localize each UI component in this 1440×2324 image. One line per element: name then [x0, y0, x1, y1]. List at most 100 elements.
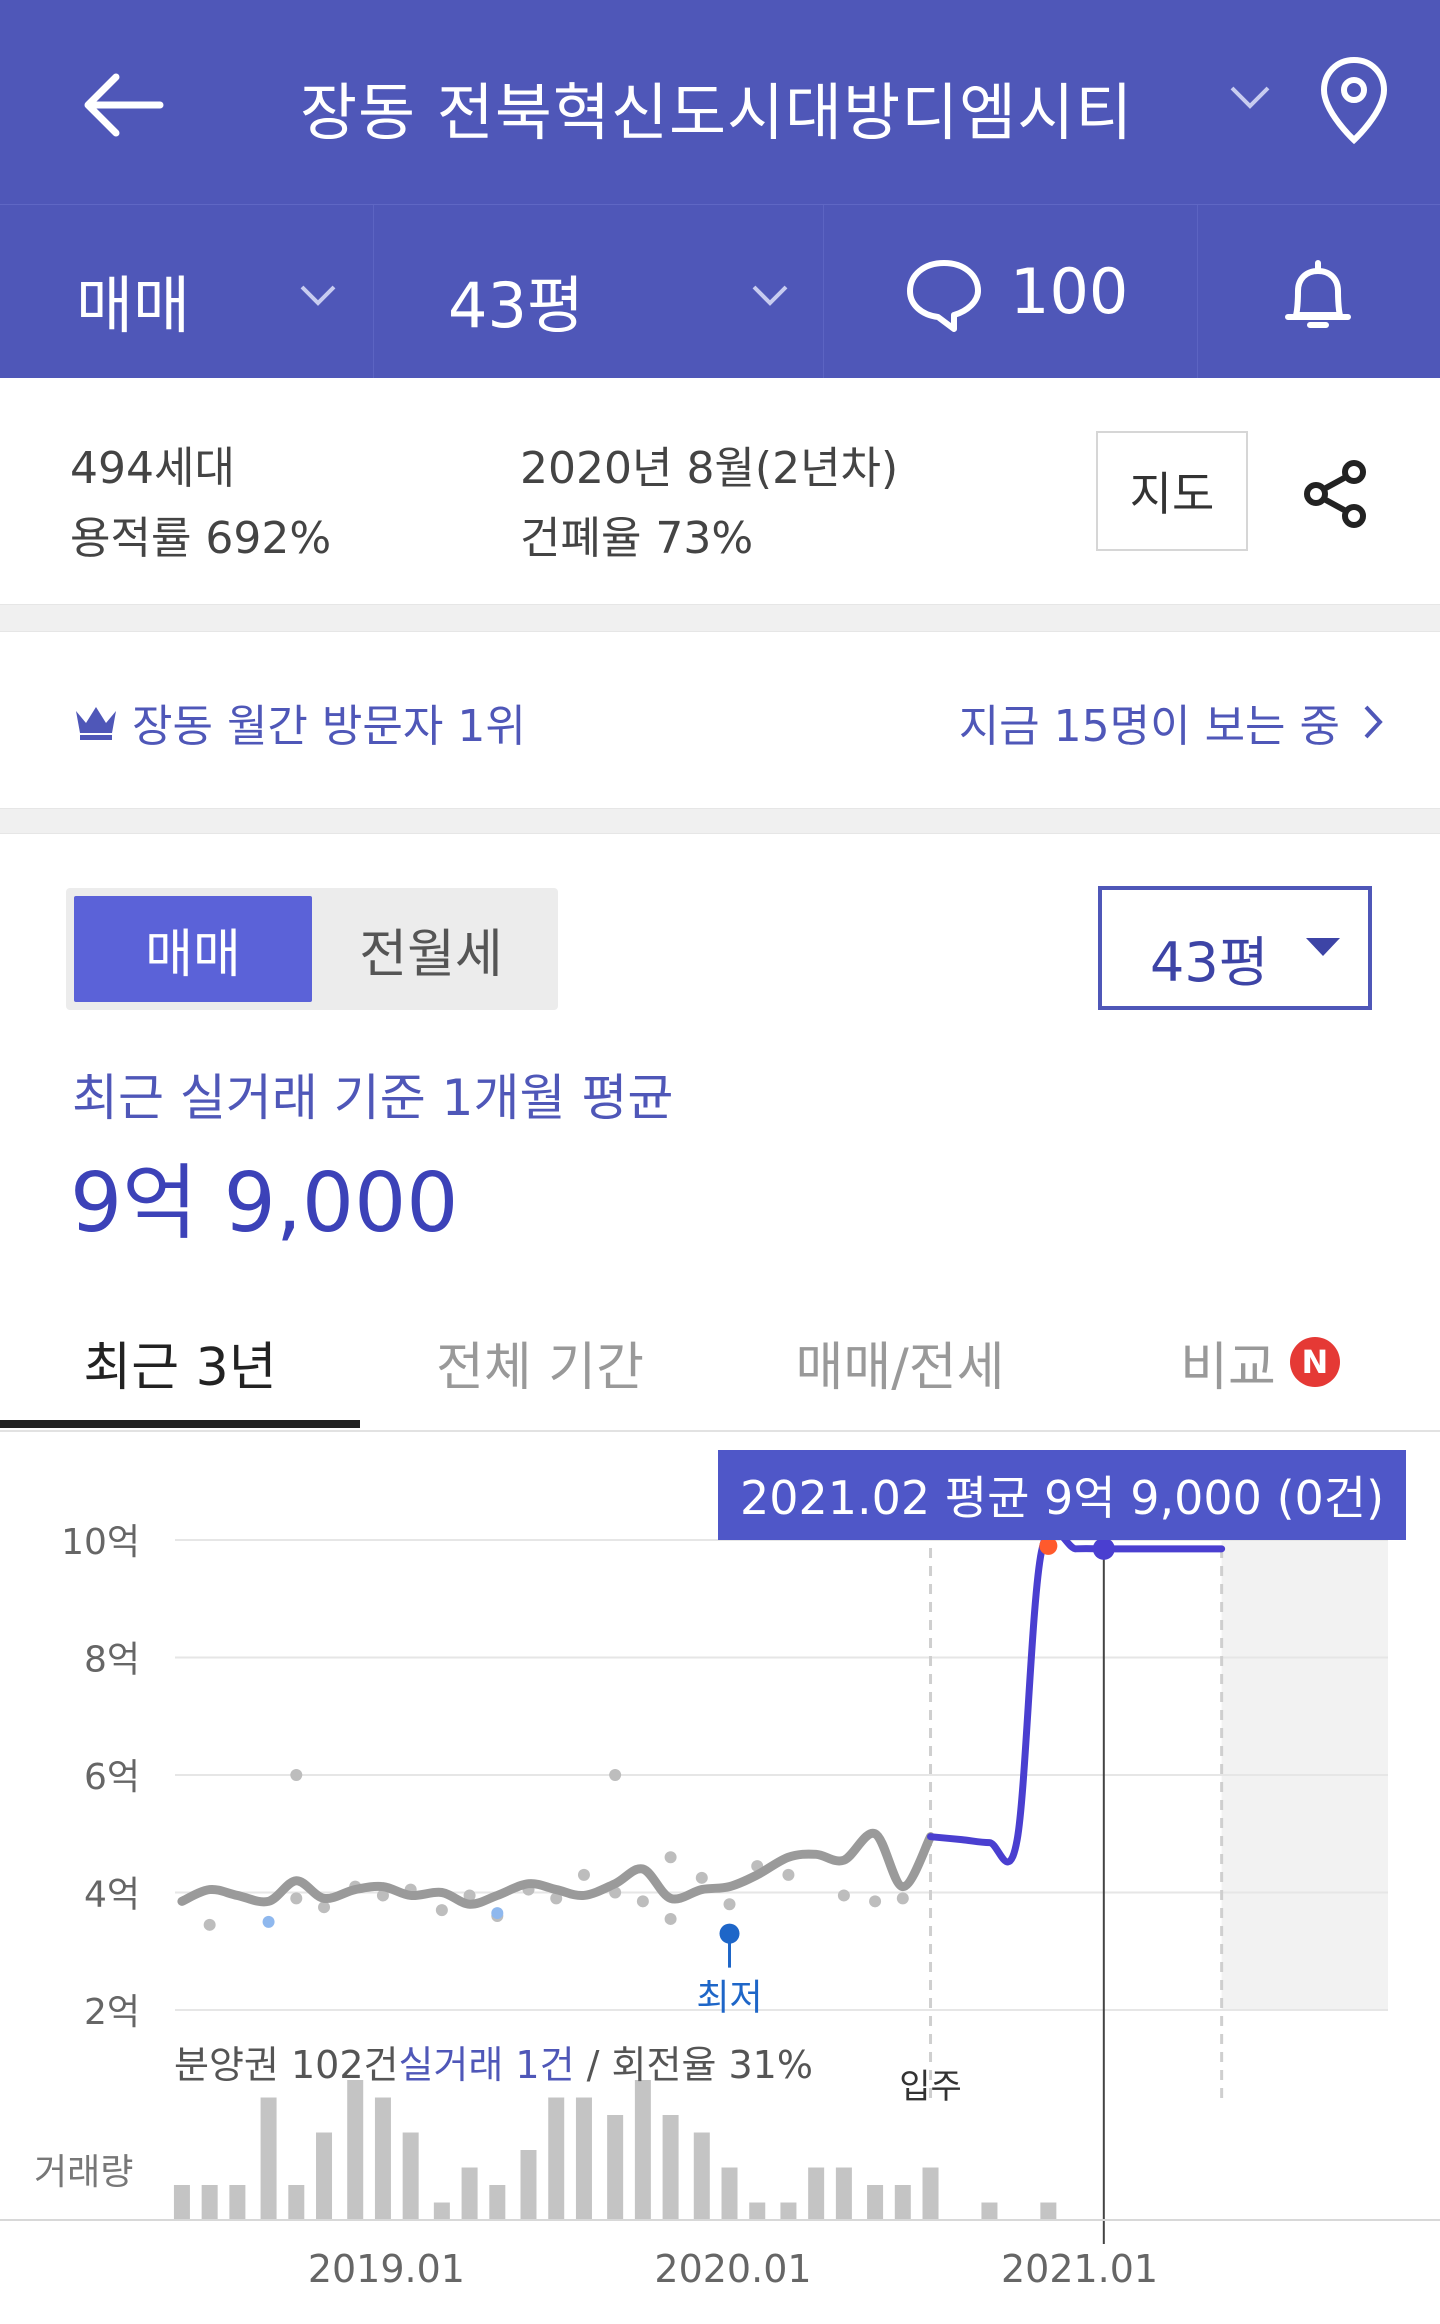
lowest-label: 최저	[696, 1978, 762, 2019]
chart-tooltip: 2021.02 평균 9억 9,000 (0건)	[718, 1450, 1406, 1540]
volume-bar	[288, 2185, 305, 2220]
volume-bar	[607, 2115, 624, 2220]
scatter-point	[290, 1769, 303, 1781]
scatter-point	[664, 1851, 677, 1864]
series-line-actual	[927, 1526, 1226, 1866]
now-viewing-text: 지금 15명이 보는 중	[958, 701, 1340, 752]
y-tick-label: 4억	[84, 1875, 140, 1916]
arrow-left-icon	[84, 73, 164, 137]
active-tab-indicator	[0, 1420, 360, 1428]
chevron-right-icon	[1364, 705, 1383, 739]
visitor-banner[interactable]: 장동 월간 방문자 1위 지금 15명이 보는 중	[0, 632, 1440, 808]
y-tick-label: 2억	[84, 1992, 140, 2033]
scatter-point	[435, 1904, 448, 1917]
alert-button[interactable]	[1198, 205, 1440, 379]
avg-price-value: 9억 9,000	[70, 1156, 459, 1251]
volume-bar	[433, 2202, 450, 2220]
chevron-down-icon	[752, 285, 788, 306]
filter-bar: 매매 43평 100	[0, 204, 1440, 379]
chevron-down-icon	[300, 285, 336, 306]
price-chart[interactable]: 10억 8억 6억 4억 2억 입주 최저 거래량 2019.01 2020.01 2021.01	[0, 1432, 1440, 2324]
trade-type-label: 매매	[76, 269, 191, 342]
volume-bar	[693, 2132, 710, 2220]
volume-bar	[662, 2115, 679, 2220]
scatter-point	[723, 1898, 736, 1911]
volume-bar	[548, 2097, 565, 2220]
sales-suffix: / 회전율 31%	[574, 2043, 813, 2087]
size-select[interactable]: 43평	[1098, 886, 1372, 1010]
volume-bar	[808, 2167, 825, 2220]
scatter-point	[318, 1901, 331, 1914]
size-label: 43평	[448, 269, 584, 342]
lowest-point	[719, 1923, 740, 1944]
now-viewing-link[interactable]: 지금 15명이 보는 중	[959, 690, 1384, 754]
tab-label: 매매/전세	[795, 1337, 1005, 1398]
movein-label: 입주	[899, 2067, 962, 2107]
comments-button[interactable]: 100	[824, 205, 1198, 379]
share-icon[interactable]	[1300, 458, 1372, 534]
trade-type-dropdown[interactable]: 매매	[0, 205, 374, 379]
scatter-point	[203, 1918, 216, 1931]
complex-info: 494세대 용적률 692% 2020년 8월(2년차) 건폐율 73% 지도	[0, 378, 1440, 604]
toggle-sale[interactable]: 매매	[74, 896, 312, 1002]
volume-bar	[867, 2185, 884, 2220]
x-tick-label: 2019.01	[308, 2247, 465, 2291]
visitor-rank-text: 장동 월간 방문자 1위	[132, 701, 526, 752]
volume-bar	[634, 2080, 651, 2220]
size-select-value: 43평	[1150, 931, 1269, 994]
volume-bar	[835, 2167, 852, 2220]
scatter-point	[664, 1912, 677, 1925]
bell-icon	[1285, 260, 1351, 328]
volume-bar	[922, 2167, 939, 2220]
tab-compare[interactable]: 비교 N	[1080, 1292, 1440, 1432]
volume-bar	[173, 2185, 190, 2220]
volume-bar	[575, 2097, 592, 2220]
x-tick-label: 2021.01	[1001, 2247, 1158, 2291]
location-pin-icon[interactable]	[1318, 56, 1390, 150]
scatter-point	[695, 1871, 708, 1884]
volume-bar	[229, 2185, 246, 2220]
volume-bar	[520, 2150, 537, 2220]
back-button[interactable]	[80, 55, 170, 155]
scatter-point	[782, 1868, 795, 1881]
y-tick-label: 8억	[84, 1640, 140, 1681]
tab-recent-3y[interactable]: 최근 3년	[0, 1292, 360, 1432]
volume-label: 거래량	[34, 2152, 133, 2193]
sales-highlight[interactable]: 실거래 1건	[398, 2043, 574, 2087]
scatter-point	[636, 1895, 649, 1908]
built-date: 2020년 8월(2년차)	[520, 443, 899, 494]
x-tick-label: 2020.01	[654, 2247, 811, 2291]
building-coverage: 건폐율 73%	[520, 513, 754, 564]
volume-bar	[894, 2185, 911, 2220]
volume-bar	[749, 2202, 766, 2220]
volume-bar	[461, 2167, 478, 2220]
new-badge: N	[1289, 1337, 1340, 1387]
sales-summary: 분양권 102건실거래 1건 / 회전율 31%	[174, 2034, 813, 2089]
volume-bar	[489, 2185, 506, 2220]
chevron-down-icon[interactable]	[1228, 82, 1272, 116]
caret-down-icon	[1306, 938, 1340, 956]
tab-sale-jeonse[interactable]: 매매/전세	[720, 1292, 1080, 1432]
price-chart-svg: 10억 8억 6억 4억 2억입주 최저거래량 2019.01 2020.01 2021.01	[0, 1522, 1440, 2291]
volume-bar	[316, 2132, 333, 2220]
households: 494세대	[70, 443, 235, 494]
page-title[interactable]: 장동 전북혁신도시대방디엠시티	[300, 62, 1133, 152]
tab-label: 최근 3년	[83, 1337, 277, 1398]
section-divider	[0, 604, 1440, 632]
volume-bar	[347, 2080, 364, 2220]
comments-count: 100	[1010, 255, 1129, 328]
scatter-point	[896, 1892, 909, 1905]
size-dropdown[interactable]: 43평	[374, 205, 824, 379]
map-button[interactable]: 지도	[1096, 431, 1248, 551]
scatter-point	[837, 1889, 850, 1902]
volume-bar	[981, 2202, 998, 2220]
scatter-point	[869, 1895, 882, 1908]
tab-label: 비교	[1180, 1337, 1276, 1398]
toggle-rent[interactable]: 전월세	[312, 896, 550, 1002]
visitor-rank: 장동 월간 방문자 1위	[74, 690, 526, 754]
tab-all-period[interactable]: 전체 기간	[360, 1292, 720, 1432]
volume-bar	[374, 2097, 391, 2220]
scatter-point-alt	[491, 1907, 504, 1920]
y-tick-label: 6억	[84, 1757, 140, 1798]
crown-icon	[76, 707, 116, 740]
